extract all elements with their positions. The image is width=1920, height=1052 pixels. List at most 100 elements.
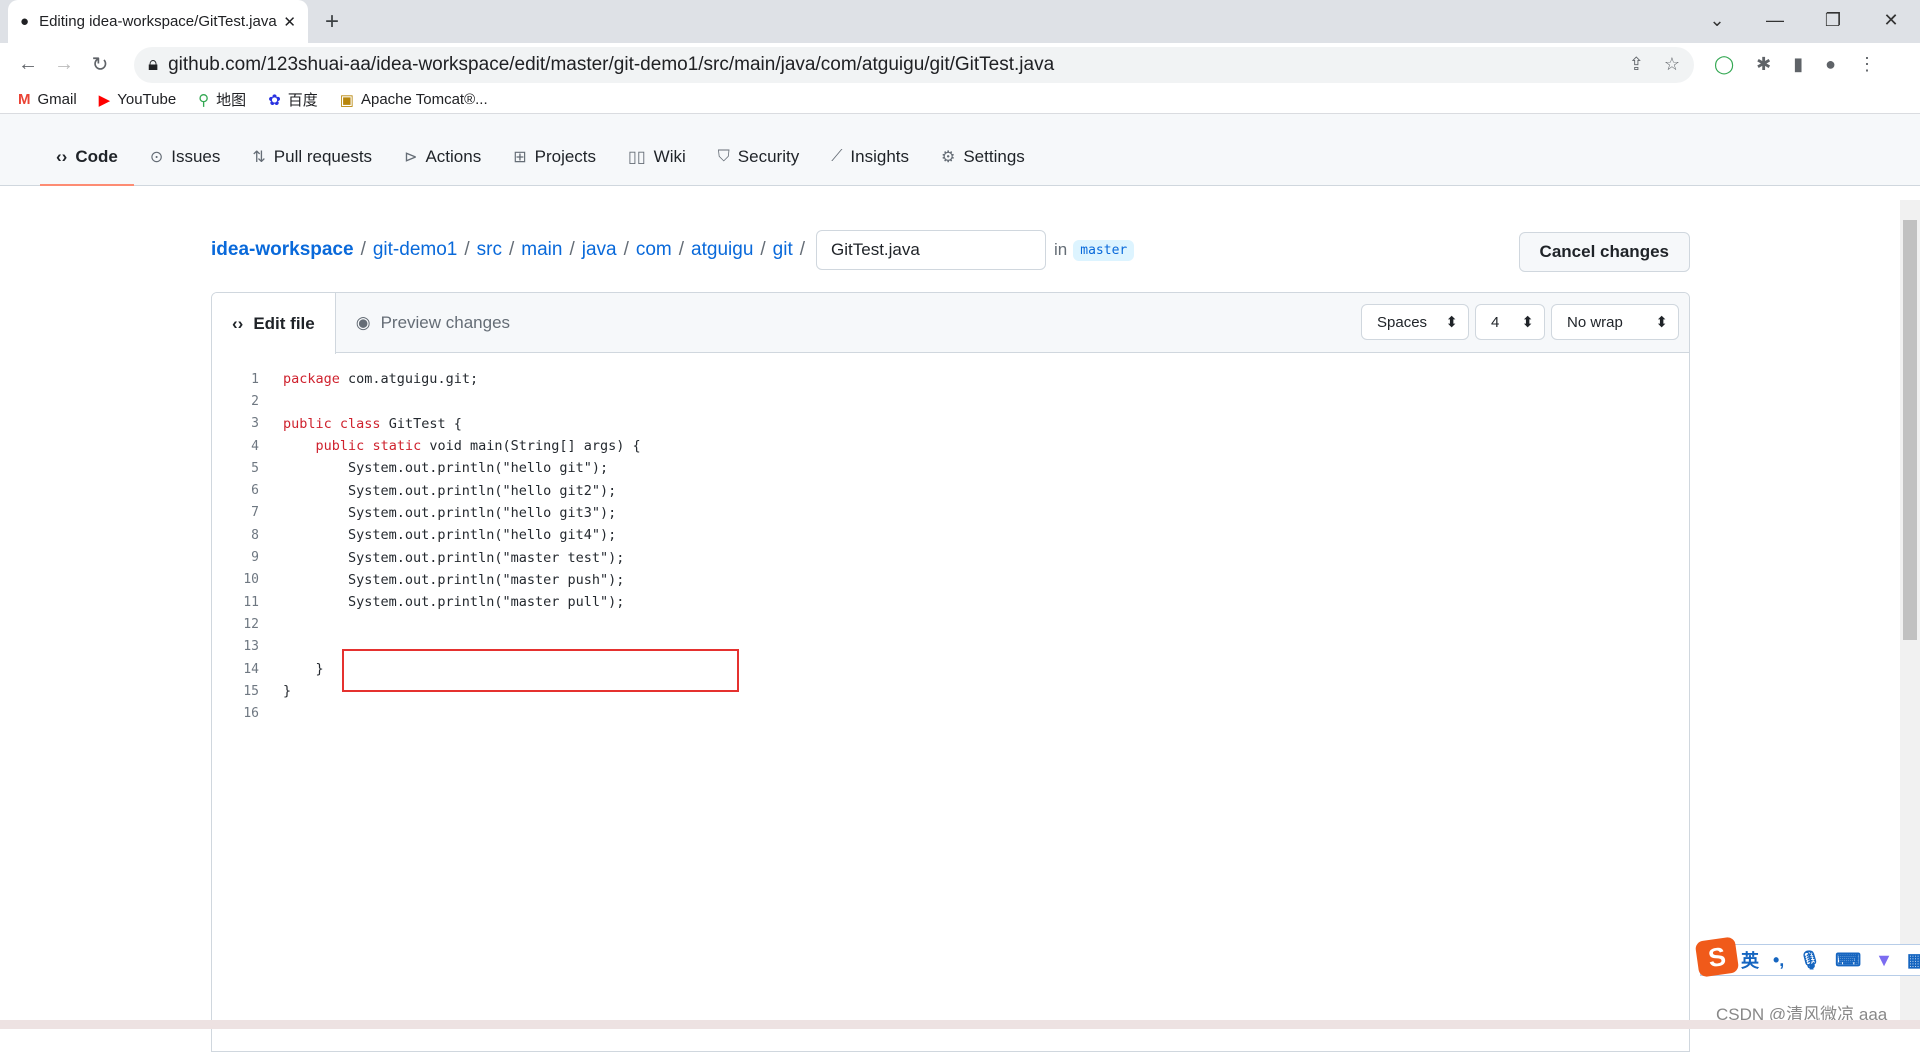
filename-input[interactable]: GitTest.java (816, 230, 1047, 270)
line-number: 8 (251, 527, 259, 543)
line-text: public static void main(String[] args) { (315, 438, 641, 455)
line-number: 11 (243, 594, 259, 610)
breadcrumb-item[interactable]: git-demo1 (373, 239, 458, 261)
select-arrows-icon: ⬍ (1445, 314, 1458, 331)
tab-edit-file[interactable]: ‹› Edit file (212, 293, 336, 354)
bookmark-baidu[interactable]: ✿ 百度 (268, 89, 318, 110)
skin-icon[interactable]: ▼ (1875, 950, 1893, 971)
in-label: in (1054, 240, 1068, 259)
code-line: 12 (212, 613, 1689, 635)
bookmark-youtube[interactable]: ▶ YouTube (99, 91, 177, 109)
code-line: 1 package com.atguigu.git; (212, 368, 1689, 390)
book-icon: ▯▯ (628, 149, 646, 166)
apps-icon[interactable]: ▦ (1907, 950, 1920, 971)
breadcrumb-item[interactable]: atguigu (691, 239, 753, 261)
maps-icon: ⚲ (198, 91, 210, 109)
restore-icon[interactable]: ❐ (1804, 0, 1862, 40)
repo-tab-security[interactable]: ⛉ Security (702, 129, 815, 185)
code-area[interactable]: 1 package com.atguigu.git; 2 3 public class … (212, 353, 1689, 725)
more-icon[interactable]: ⋮ (1858, 54, 1876, 75)
line-text: } (283, 661, 324, 677)
url-text[interactable]: github.com/123shuai-aa/idea-workspace/ed… (168, 54, 1609, 76)
browser-tab-bar: ● Editing idea-workspace/GitTest.java ✕ … (0, 0, 1920, 43)
play-icon: ⊳ (404, 149, 418, 166)
highlight-box (342, 649, 739, 692)
tab-search-icon[interactable]: ⌄ (1688, 0, 1746, 40)
indent-mode-select[interactable]: Spaces ⬍ (1361, 304, 1469, 340)
bookmark-maps[interactable]: ⚲ 地图 (198, 89, 246, 110)
keyboard-icon[interactable]: ⌨ (1835, 950, 1861, 971)
share-icon[interactable]: ⇪ (1629, 54, 1644, 75)
wrap-mode-select[interactable]: No wrap ⬍ (1551, 304, 1679, 340)
minimize-icon[interactable]: — (1746, 0, 1804, 40)
line-number: 2 (251, 393, 259, 409)
microphone-icon[interactable]: 🎙︎ (1798, 950, 1821, 971)
breadcrumb-item[interactable]: git (773, 239, 793, 261)
breadcrumb-item[interactable]: src (477, 239, 502, 261)
ime-punct[interactable]: •, (1773, 950, 1784, 971)
browser-tab[interactable]: ● Editing idea-workspace/GitTest.java ✕ (8, 0, 308, 43)
code-line: 10 System.out.println("master push"); (212, 569, 1689, 591)
chrome-extension-icon[interactable]: ◯ (1714, 54, 1734, 75)
breadcrumb: idea-workspace / git-demo1/ src / main / ja… (211, 230, 1690, 270)
line-text: System.out.println("hello git4"); (283, 527, 617, 544)
breadcrumb-item[interactable]: main (521, 239, 562, 261)
baidu-icon: ✿ (268, 91, 281, 109)
code-line: 5 System.out.println("hello git"); (212, 457, 1689, 479)
line-number: 6 (251, 483, 259, 499)
repo-tab-settings[interactable]: ⚙ Settings (925, 129, 1041, 185)
puzzle-icon[interactable]: ✱ (1756, 54, 1771, 75)
line-number: 3 (251, 416, 259, 432)
repo-tab-wiki[interactable]: ▯▯ Wiki (612, 129, 702, 185)
sogou-logo-icon: S (1694, 936, 1740, 978)
line-number: 4 (251, 438, 259, 454)
line-number: 15 (243, 683, 259, 699)
code-line: 7 System.out.println("hello git3"); (212, 502, 1689, 524)
cancel-changes-button[interactable]: Cancel changes (1518, 232, 1690, 272)
line-text: System.out.println("hello git3"); (283, 504, 617, 521)
ime-lang[interactable]: 英 (1741, 947, 1759, 973)
side-panel-icon[interactable]: ▮ (1793, 54, 1803, 75)
repo-tab-code[interactable]: ‹› Code (40, 129, 134, 186)
line-text: System.out.println("master pull"); (283, 594, 625, 611)
line-text: System.out.println("hello git"); (283, 460, 609, 477)
bookmark-tomcat[interactable]: ▣ Apache Tomcat®... (340, 91, 488, 109)
gmail-icon: M (18, 91, 31, 108)
scrollbar-thumb[interactable] (1903, 220, 1917, 640)
close-tab-icon[interactable]: ✕ (283, 13, 296, 31)
indent-size-select[interactable]: 4 ⬍ (1475, 304, 1545, 340)
lock-icon: 🔒︎ (148, 53, 159, 75)
github-icon: ● (20, 13, 30, 30)
reload-icon[interactable]: ↻ (82, 52, 118, 77)
new-tab-button[interactable]: + (325, 8, 339, 36)
close-window-icon[interactable]: ✕ (1862, 0, 1920, 40)
tab-preview-changes[interactable]: ◉ Preview changes (336, 293, 530, 352)
repo-tab-issues[interactable]: ⊙ Issues (134, 129, 237, 185)
page-scrollbar[interactable] (1900, 200, 1920, 1029)
breadcrumb-item[interactable]: com (636, 239, 672, 261)
avatar[interactable]: ● (1825, 54, 1836, 75)
breadcrumb-repo[interactable]: idea-workspace (211, 239, 354, 261)
code-line: 6 System.out.println("hello git2"); (212, 479, 1689, 501)
back-icon[interactable]: ← (10, 53, 46, 76)
tomcat-icon: ▣ (339, 91, 354, 109)
address-bar[interactable]: 🔒︎ github.com/123shuai-aa/idea-workspace… (134, 46, 1694, 83)
eye-icon: ◉ (355, 312, 371, 332)
repo-tab-insights[interactable]: ⟋ Insights (815, 129, 925, 185)
branch-badge: master (1073, 239, 1135, 261)
taskbar-edge (0, 1020, 1920, 1029)
star-icon[interactable]: ☆ (1664, 54, 1680, 75)
repo-tab-pull-requests[interactable]: ⇅ Pull requests (236, 129, 388, 185)
forward-icon[interactable]: → (46, 53, 82, 76)
file-editor: ‹› Edit file ◉ Preview changes Spaces ⬍ 4 ⬍ … (211, 292, 1690, 1052)
repo-tab-projects[interactable]: ⊞ Projects (497, 129, 612, 185)
select-arrows-icon: ⬍ (1521, 314, 1534, 331)
pull-request-icon: ⇅ (252, 149, 266, 166)
bookmark-gmail[interactable]: M Gmail (18, 91, 77, 108)
issue-icon: ⊙ (149, 149, 164, 166)
repo-tab-actions[interactable]: ⊳ Actions (388, 129, 497, 185)
line-text: System.out.println("master push"); (283, 571, 625, 588)
breadcrumb-item[interactable]: java (582, 239, 617, 261)
line-number: 7 (251, 505, 259, 521)
line-number: 16 (243, 706, 259, 722)
